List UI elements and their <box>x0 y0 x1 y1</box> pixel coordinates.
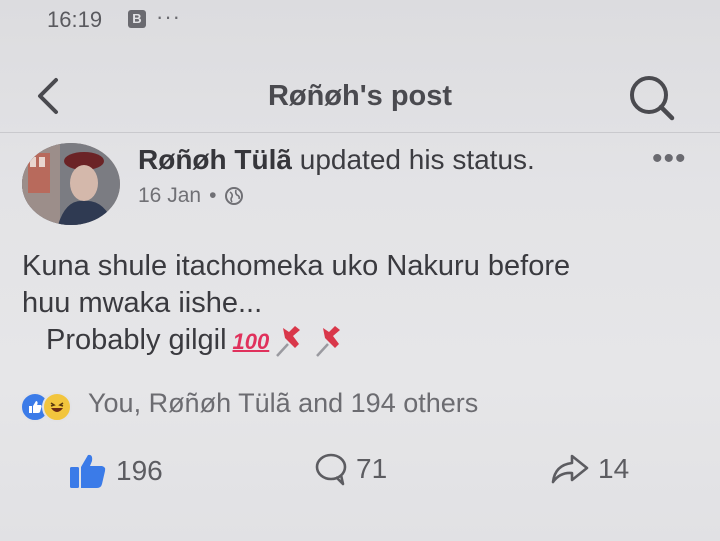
header: Røñøh's post <box>0 60 720 133</box>
haha-icon <box>42 391 72 422</box>
share-button[interactable]: 14 <box>550 452 629 486</box>
post-line-2: huu mwaka iishe... <box>22 287 263 319</box>
reactions-summary-text: You, Røñøh Tülã and 194 others <box>88 388 479 418</box>
post-line-1: Kuna shule itachomeka uko Nakuru before <box>22 250 571 282</box>
comment-count: 71 <box>356 453 388 484</box>
post-line-3-text: Probably gilgil <box>46 324 227 356</box>
meta-separator: • <box>209 184 217 207</box>
status-bar: 16:19 B ··· <box>0 0 720 48</box>
post-action-text: updated his status. <box>299 144 535 175</box>
more-options-button[interactable]: ••• <box>652 142 687 176</box>
post-text: Kuna shule itachomeka uko Nakuru before … <box>22 248 702 360</box>
post-line-3: Probably gilgil 100 <box>22 322 702 360</box>
like-button[interactable]: 196 <box>68 452 163 490</box>
reaction-icons <box>20 389 88 422</box>
search-button[interactable] <box>622 72 682 124</box>
globe-icon <box>225 187 244 205</box>
status-overflow-dots: ··· <box>156 4 181 29</box>
thumbs-up-icon <box>70 454 106 488</box>
reactions-summary[interactable]: You, Røñøh Tülã and 194 others <box>20 388 479 422</box>
post-author-line: Røñøh Tülã updated his status. <box>138 144 535 176</box>
share-icon <box>551 454 589 484</box>
page-title: Røñøh's post <box>267 80 453 112</box>
author-name[interactable]: Røñøh Tülã <box>138 144 292 175</box>
search-icon <box>630 76 675 121</box>
pushpin-emoji-icon <box>316 326 341 358</box>
post-screen: 16:19 B ··· Røñøh's post Røñøh Tülã upda… <box>0 0 720 541</box>
post-meta: 16 Jan • <box>138 184 244 208</box>
post-action-bar: 196 71 14 <box>0 444 720 504</box>
profile-photo <box>22 143 120 225</box>
status-time: 16:19 <box>47 7 103 32</box>
post-date[interactable]: 16 Jan <box>138 184 201 208</box>
notification-app-icon: B <box>128 10 146 28</box>
pushpin-emoji-icon <box>276 326 301 358</box>
like-count: 196 <box>116 455 163 486</box>
share-count: 14 <box>598 453 630 484</box>
hundred-points-emoji: 100 <box>232 329 270 354</box>
comment-button[interactable]: 71 <box>314 452 387 486</box>
avatar[interactable] <box>22 143 120 225</box>
comment-icon <box>315 453 347 486</box>
